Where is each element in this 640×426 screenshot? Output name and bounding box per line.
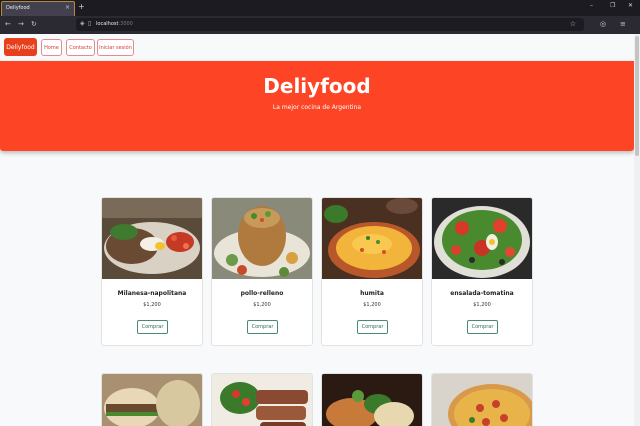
browser-toolbar: ← → ↻ ◈ ▯ localhost:3000 ☆ ◎ ≡ <box>0 16 640 34</box>
buy-button[interactable]: Comprar <box>247 320 278 334</box>
product-card: humita $1,200 Comprar <box>321 197 423 346</box>
nav-link-contacto[interactable]: Contacto <box>66 39 95 56</box>
url-text: localhost:3000 <box>96 21 133 27</box>
page-viewport: Deliyfood Home Contacto Iniciar sesión D… <box>0 34 634 426</box>
asado-image <box>212 374 312 426</box>
close-window-icon[interactable]: ✕ <box>628 2 633 9</box>
new-tab-icon[interactable]: + <box>78 2 85 12</box>
minimize-icon[interactable]: – <box>590 2 593 9</box>
product-card <box>321 373 423 426</box>
product-card <box>101 373 203 426</box>
milanesa-image <box>102 198 202 279</box>
shield-icon[interactable]: ◈ <box>80 20 85 28</box>
product-price: $1,200 <box>473 302 491 308</box>
sandwich-image <box>102 374 202 426</box>
menu-icon[interactable]: ≡ <box>620 19 626 29</box>
forward-icon[interactable]: → <box>18 19 24 29</box>
scrollbar-thumb[interactable] <box>635 36 639 156</box>
brand-button[interactable]: Deliyfood <box>4 38 37 56</box>
product-name: ensalada-tomatina <box>450 290 514 297</box>
hero-banner: Deliyfood La mejor cocina de Argentina <box>0 61 634 151</box>
pocket-icon[interactable]: ◎ <box>600 19 606 29</box>
back-icon[interactable]: ← <box>5 19 11 29</box>
product-card: ensalada-tomatina $1,200 Comprar <box>431 197 533 346</box>
reload-icon[interactable]: ↻ <box>31 19 37 29</box>
url-port: :3000 <box>118 21 133 27</box>
tab-title: Deliyfood <box>6 5 30 11</box>
page-icon: ▯ <box>88 20 92 27</box>
site-navbar: Deliyfood Home Contacto Iniciar sesión <box>0 34 634 61</box>
product-card: pollo-relleno $1,200 Comprar <box>211 197 313 346</box>
product-card: Milanesa-napolitana $1,200 Comprar <box>101 197 203 346</box>
buy-button[interactable]: Comprar <box>137 320 168 334</box>
plato-image <box>322 374 422 426</box>
maximize-icon[interactable]: ❐ <box>610 2 615 9</box>
product-card <box>211 373 313 426</box>
pollo-relleno-image <box>212 198 312 279</box>
humita-image <box>322 198 422 279</box>
browser-tabstrip: Deliyfood × + – ❐ ✕ <box>0 0 640 16</box>
bookmark-star-icon[interactable]: ☆ <box>570 20 576 28</box>
product-price: $1,200 <box>253 302 271 308</box>
product-name: pollo-relleno <box>240 290 284 297</box>
ensalada-image <box>432 198 532 279</box>
product-name: Milanesa-napolitana <box>117 290 187 297</box>
buy-button[interactable]: Comprar <box>467 320 498 334</box>
product-price: $1,200 <box>363 302 381 308</box>
pizza-image <box>432 374 532 426</box>
product-price: $1,200 <box>143 302 161 308</box>
hero-title: Deliyfood <box>263 74 371 98</box>
url-host: localhost <box>96 21 119 27</box>
address-bar[interactable]: ◈ ▯ localhost:3000 ☆ <box>76 18 584 31</box>
page-scrollbar[interactable] <box>634 34 640 426</box>
buy-button[interactable]: Comprar <box>357 320 388 334</box>
product-card <box>431 373 533 426</box>
browser-tab[interactable]: Deliyfood × <box>1 1 75 16</box>
tab-close-icon[interactable]: × <box>65 4 70 11</box>
nav-link-home[interactable]: Home <box>41 39 62 56</box>
hero-subtitle: La mejor cocina de Argentina <box>272 104 362 111</box>
product-name: humita <box>360 290 384 297</box>
nav-link-login[interactable]: Iniciar sesión <box>97 39 134 56</box>
